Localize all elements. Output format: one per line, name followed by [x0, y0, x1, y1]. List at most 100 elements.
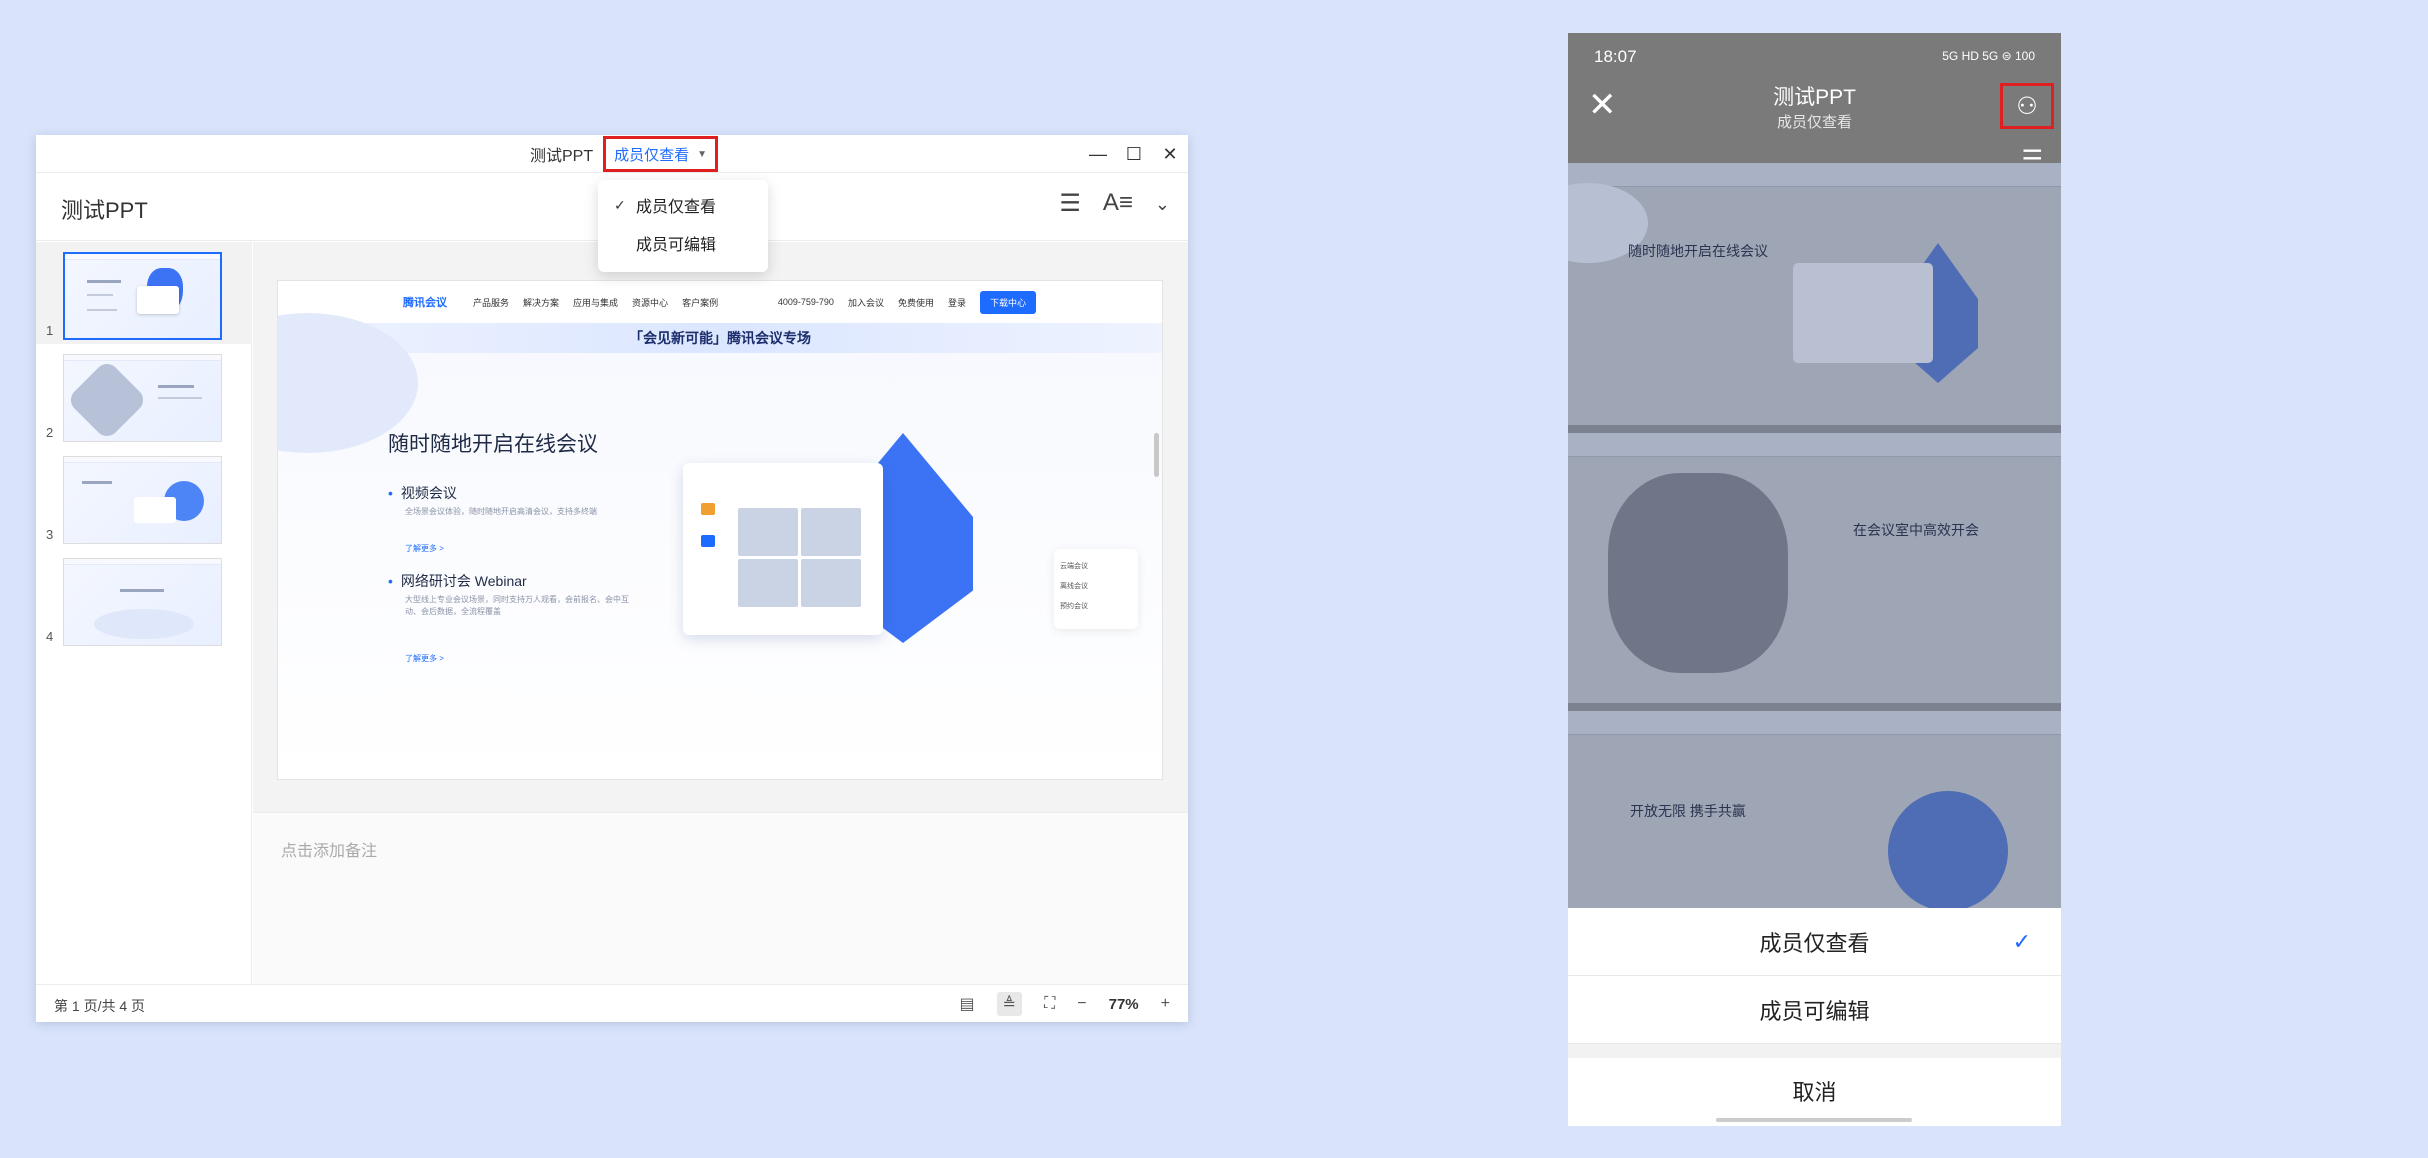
slide-nav-item: 应用与集成	[573, 297, 619, 308]
maximize-button[interactable]: ☐	[1116, 135, 1152, 173]
side-item: 云端会议	[1060, 563, 1088, 570]
thumbnail-number: 4	[46, 629, 54, 644]
toolbar-icons: ☰ A≡ ⌄	[1059, 189, 1170, 219]
slide-nav-item: 资源中心	[632, 297, 669, 308]
home-indicator	[1716, 1118, 1912, 1122]
slide-nav-item: 客户案例	[682, 297, 719, 308]
thumbnail-sidebar: 1 2 3 4	[36, 242, 252, 984]
slide-illustration	[683, 433, 993, 653]
zoom-in-button[interactable]: +	[1161, 995, 1170, 1013]
cancel-button[interactable]: 取消	[1568, 1058, 2061, 1124]
thumbnail-row-2[interactable]: 2	[36, 344, 252, 446]
sheet-divider	[1568, 1044, 2061, 1058]
app-icon	[701, 503, 715, 515]
thumbnail-row-4[interactable]: 4	[36, 548, 252, 650]
thumbnail-number: 3	[46, 527, 54, 542]
participant-photo	[801, 559, 861, 607]
slide-preview[interactable]: 腾讯会议 产品服务 解决方案 应用与集成 资源中心 客户案例 4009-759-…	[277, 280, 1163, 780]
phone-slide-text: 在会议室中高效开会	[1853, 522, 1979, 538]
side-item: 预约会议	[1060, 603, 1088, 610]
thumbnail-number: 2	[46, 425, 54, 440]
slide-body: 随时随地开启在线会议 视频会议 全场景会议体验，随时随地开启高清会议，支持多终端…	[278, 313, 1162, 779]
title-center: 测试PPT 成员仅查看 ▼	[530, 135, 719, 173]
chevron-down-icon[interactable]: ⌄	[1155, 189, 1170, 219]
desktop-window: 测试PPT 成员仅查看 ▼ — ☐ ✕ ✓ 成员仅查看 成员可编辑 测试PPT …	[36, 135, 1188, 1022]
option-view-only[interactable]: ✓ 成员仅查看	[598, 186, 768, 224]
text-format-icon[interactable]: A≡	[1103, 189, 1133, 219]
slide-nav-item: 加入会议	[847, 297, 884, 308]
phone-screen: 18:07 5G HD 5G ⊜ 100 ✕ 测试PPT 成员仅查看 ⚇ ☰ 随…	[1568, 33, 2061, 1126]
phone-slide-text: 随时随地开启在线会议	[1628, 243, 1768, 259]
slide-nav-item: 登录	[947, 297, 966, 308]
fit-screen-icon[interactable]: ⛶	[1044, 995, 1055, 1013]
window-title: 测试PPT	[530, 148, 594, 165]
slide-phone: 4009-759-790	[777, 297, 834, 307]
permission-dropdown: ✓ 成员仅查看 成员可编辑	[598, 180, 768, 272]
sheet-option-view-only[interactable]: 成员仅查看 ✓	[1568, 908, 2061, 976]
participant-photo	[738, 508, 798, 556]
slide-nav-item: 解决方案	[523, 297, 560, 308]
phone-slide-text: 开放无限 携手共赢	[1630, 803, 1746, 819]
slide-subheading: 视频会议	[388, 483, 457, 503]
thumbnail-number: 1	[46, 323, 54, 338]
permission-dropdown-trigger[interactable]: 成员仅查看 ▼	[603, 136, 719, 172]
thumbnail-row-3[interactable]: 3	[36, 446, 252, 548]
slide-heading: 随时随地开启在线会议	[388, 433, 598, 456]
permission-label: 成员仅查看	[614, 146, 690, 164]
thumbnail-3[interactable]	[63, 456, 222, 544]
slide-nav-item: 免费使用	[897, 297, 934, 308]
option-label: 成员可编辑	[1759, 998, 1870, 1024]
check-icon: ✓	[614, 196, 626, 213]
phone-header: 18:07 5G HD 5G ⊜ 100 ✕ 测试PPT 成员仅查看 ⚇ ☰	[1568, 33, 2061, 173]
thumbnail-4[interactable]	[63, 558, 222, 646]
caret-down-icon: ▼	[697, 148, 708, 160]
slide-scrollbar[interactable]	[1154, 433, 1159, 477]
phone-subtitle: 成员仅查看	[1776, 114, 1852, 131]
notes-area[interactable]: 点击添加备注	[253, 812, 1188, 984]
check-icon: ✓	[2012, 928, 2031, 954]
phone-slide-2[interactable]: 在会议室中高效开会	[1568, 433, 2061, 711]
slide-logo: 腾讯会议	[403, 297, 447, 309]
doc-title: 测试PPT	[61, 198, 148, 223]
permission-action-sheet: 成员仅查看 ✓ 成员可编辑 取消	[1568, 908, 2061, 1126]
option-can-edit[interactable]: 成员可编辑	[598, 224, 768, 262]
title-bar: 测试PPT 成员仅查看 ▼ — ☐ ✕	[36, 135, 1188, 173]
notes-placeholder: 点击添加备注	[281, 843, 378, 860]
slide-link: 了解更多 >	[405, 654, 444, 663]
slide-link: 了解更多 >	[405, 544, 444, 553]
phone-slide-1[interactable]: 随时随地开启在线会议	[1568, 163, 2061, 433]
minimize-button[interactable]: —	[1080, 135, 1116, 173]
slide-download: 下载中心	[979, 290, 1036, 314]
thumbnail-1[interactable]	[63, 252, 222, 340]
status-bar: 第 1 页/共 4 页 ▤ ≜ ⛶ − 77% +	[36, 984, 1188, 1022]
slide-text: 全场景会议体验，随时随地开启高清会议，支持多终端	[405, 507, 597, 516]
permission-user-icon[interactable]: ⚇	[2000, 83, 2054, 129]
sheet-option-can-edit[interactable]: 成员可编辑	[1568, 976, 2061, 1044]
thumbnail-row-1[interactable]: 1	[36, 242, 252, 344]
option-label: 成员仅查看	[1759, 930, 1870, 956]
layout-icon[interactable]: ▤	[960, 994, 975, 1014]
phone-slide-3[interactable]: 开放无限 携手共赢	[1568, 711, 2061, 908]
window-controls: — ☐ ✕	[1080, 135, 1188, 173]
option-label: 成员仅查看	[636, 199, 717, 216]
option-label: 成员可编辑	[636, 237, 717, 254]
video-call-card	[683, 463, 883, 635]
page-indicator: 第 1 页/共 4 页	[54, 998, 146, 1014]
slide-banner: 「会见新可能」腾讯会议专场	[278, 323, 1162, 353]
phone-title: 测试PPT	[1773, 86, 1856, 109]
close-button[interactable]: ✕	[1152, 135, 1188, 173]
slide-canvas: 腾讯会议 产品服务 解决方案 应用与集成 资源中心 客户案例 4009-759-…	[253, 242, 1188, 984]
status-icons: 5G HD 5G ⊜ 100	[1942, 49, 2035, 63]
thumbnail-2[interactable]	[63, 354, 222, 442]
notes-toggle-icon[interactable]: ≜	[996, 992, 1023, 1016]
participant-photo	[801, 508, 861, 556]
outline-icon[interactable]: ☰	[1059, 189, 1081, 219]
zoom-out-button[interactable]: −	[1077, 995, 1086, 1013]
slide-side-card: 云端会议 离线会议 预约会议	[1054, 549, 1138, 629]
phone-slide-list: 随时随地开启在线会议 在会议室中高效开会 开放无限 携手共赢	[1568, 163, 2061, 908]
zoom-level: 77%	[1108, 995, 1139, 1013]
side-item: 离线会议	[1060, 583, 1088, 590]
slide-text: 大型线上专业会议场景，同时支持万人观看，会前报名、会中互动、会后数据，全流程覆盖	[405, 595, 629, 616]
status-controls: ▤ ≜ ⛶ − 77% +	[960, 985, 1170, 1023]
slide-nav: 腾讯会议 产品服务 解决方案 应用与集成 资源中心 客户案例 4009-759-…	[278, 281, 1162, 323]
